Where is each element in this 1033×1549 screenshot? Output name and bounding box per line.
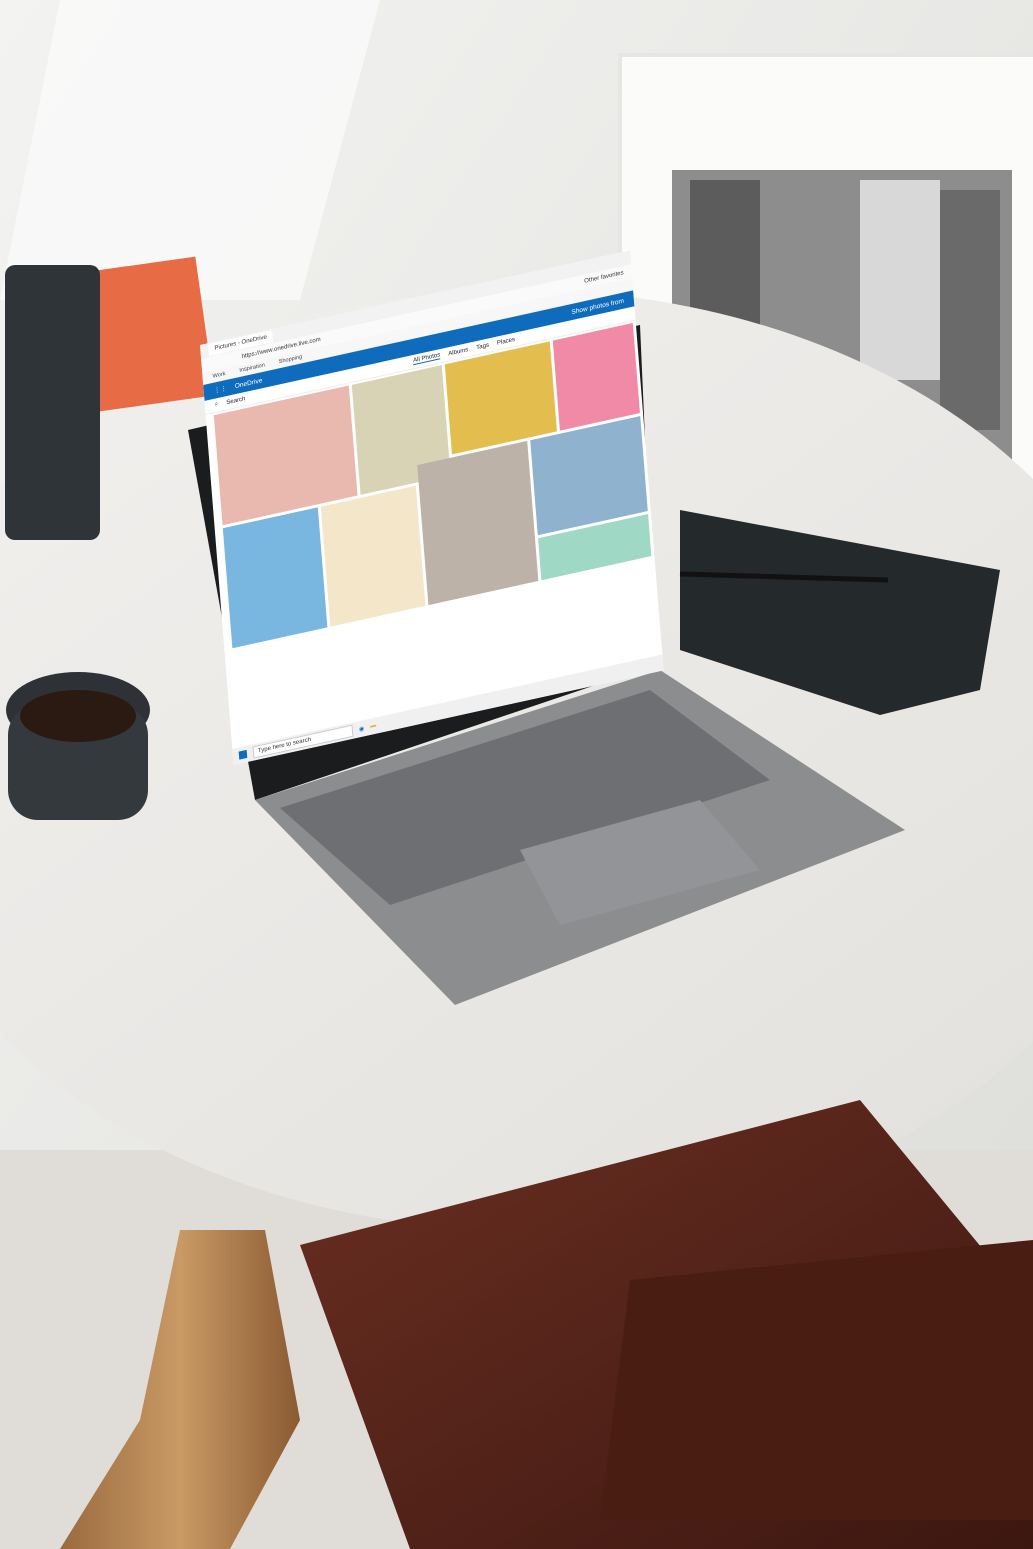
- building-3: [940, 190, 1000, 430]
- app-name: OneDrive: [234, 376, 263, 390]
- search-input[interactable]: Search: [226, 396, 245, 406]
- tab-all-photos[interactable]: All Photos: [412, 352, 441, 366]
- tab-places[interactable]: Places: [497, 336, 515, 346]
- windows-start-icon[interactable]: [238, 749, 248, 760]
- photo-tile[interactable]: [417, 440, 539, 606]
- favorite-work[interactable]: Work: [212, 371, 225, 380]
- building-2: [860, 180, 940, 380]
- chair-back: [600, 1240, 1033, 1520]
- coffee: [20, 690, 136, 742]
- app-launcher-icon[interactable]: ⋮⋮: [214, 384, 228, 395]
- photo-tile[interactable]: [552, 323, 640, 431]
- search-icon[interactable]: ⌕: [215, 401, 219, 409]
- scene-photo: [0, 0, 1033, 1549]
- folder-icon[interactable]: ▬: [370, 722, 376, 729]
- pitcher: [5, 265, 100, 540]
- edge-icon[interactable]: ◉: [359, 725, 365, 733]
- photo-tile[interactable]: [320, 485, 426, 627]
- tab-albums[interactable]: Albums: [448, 347, 468, 357]
- tab-tags[interactable]: Tags: [476, 342, 489, 351]
- photo-tile[interactable]: [222, 507, 328, 649]
